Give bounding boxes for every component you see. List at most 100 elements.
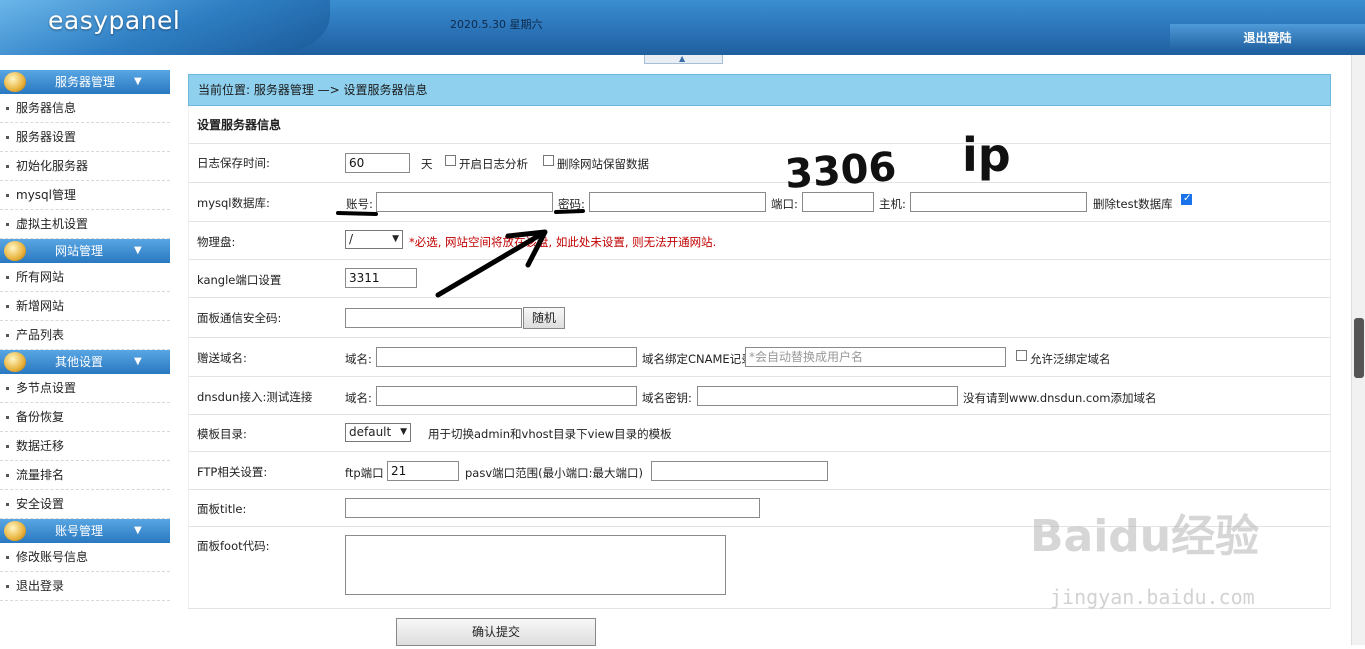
cname-input[interactable]: *会自动替换成用户名 xyxy=(745,347,1006,367)
mysql-host-label: 主机: xyxy=(879,197,906,211)
breadcrumb: 当前位置: 服务器管理 —> 设置服务器信息 xyxy=(188,74,1331,106)
sidebar-item-backup[interactable]: 备份恢复 xyxy=(0,403,170,432)
log-row: 日志保存时间: 60 天 开启日志分析 删除网站保留数据 xyxy=(188,144,1331,183)
cname-label: 域名绑定CNAME记录 xyxy=(642,352,753,366)
sidebar-item-all-sites[interactable]: 所有网站 xyxy=(0,263,170,292)
chevron-up-icon: ▲ xyxy=(679,54,686,63)
sidebar-item-migrate[interactable]: 数据迁移 xyxy=(0,432,170,461)
mysql-host-input[interactable] xyxy=(910,192,1087,212)
gift-domain-row: 赠送域名: 域名: 域名绑定CNAME记录 *会自动替换成用户名 允许泛绑定域名 xyxy=(188,338,1331,377)
sidebar-section-label: 网站管理 xyxy=(55,244,104,258)
chevron-down-icon: ▼ xyxy=(400,427,407,437)
mysql-label: mysql数据库: xyxy=(197,196,270,210)
globe-icon xyxy=(4,72,26,92)
sidebar-section-label: 服务器管理 xyxy=(55,75,116,89)
disk-note: *必选, 网站空间将放在该盘, 如此处未设置, 则无法开通网站. xyxy=(409,235,717,249)
header-date: 2020.5.30 星期六 xyxy=(450,18,543,31)
kangle-row: kangle端口设置 3311 xyxy=(188,260,1331,298)
gift-domain-label: 赠送域名: xyxy=(197,351,247,365)
delete-site-data-label: 删除网站保留数据 xyxy=(557,157,649,171)
template-select-value: default xyxy=(349,425,392,439)
log-analyze-checkbox[interactable] xyxy=(445,155,456,166)
monitor-icon xyxy=(4,521,26,541)
secure-code-label: 面板通信安全码: xyxy=(197,311,282,325)
template-label: 模板目录: xyxy=(197,427,247,441)
top-header: easypanel 2020.5.30 星期六 退出登陆 xyxy=(0,0,1365,55)
sidebar-item-edit-account[interactable]: 修改账号信息 xyxy=(0,543,170,572)
sidebar-item-server-settings[interactable]: 服务器设置 xyxy=(0,123,170,152)
dnsdun-domain-label: 域名: xyxy=(345,391,372,405)
header-collapse-toggle[interactable]: ▲ xyxy=(644,54,723,64)
ftp-port-input[interactable]: 21 xyxy=(387,461,459,481)
disk-label: 物理盘: xyxy=(197,235,236,249)
template-note: 用于切换admin和vhost目录下view目录的模板 xyxy=(428,427,672,441)
mysql-password-input[interactable] xyxy=(589,192,766,212)
sidebar-item-security[interactable]: 安全设置 xyxy=(0,490,170,519)
pasv-label: pasv端口范围(最小端口:最大端口) xyxy=(465,466,643,480)
delete-test-db-checkbox[interactable] xyxy=(1181,193,1192,205)
sidebar-item-multi-node[interactable]: 多节点设置 xyxy=(0,374,170,403)
sidebar-item-server-info[interactable]: 服务器信息 xyxy=(0,94,170,123)
sidebar-section-label: 其他设置 xyxy=(55,355,104,369)
dnsdun-key-input[interactable] xyxy=(697,386,958,406)
panel-foot-textarea[interactable] xyxy=(345,535,726,595)
disk-select[interactable]: / ▼ xyxy=(345,230,403,249)
watermark-logo: Baidu经验 xyxy=(1030,511,1260,562)
gift-domain-input[interactable] xyxy=(376,347,637,367)
mysql-password-label: 密码: xyxy=(558,197,585,211)
sidebar-item-vhost-settings[interactable]: 虚拟主机设置 xyxy=(0,210,170,239)
sidebar: 服务器管理 ▼ 服务器信息 服务器设置 初始化服务器 mysql管理 虚拟主机设… xyxy=(0,70,170,601)
sidebar-item-init-server[interactable]: 初始化服务器 xyxy=(0,152,170,181)
disk-select-value: / xyxy=(349,232,354,246)
chevron-down-icon: ▼ xyxy=(392,234,399,244)
logout-button[interactable]: 退出登陆 xyxy=(1170,24,1365,52)
secure-code-input[interactable] xyxy=(345,308,522,328)
ftp-port-label: ftp端口 xyxy=(345,466,384,480)
mysql-port-input[interactable] xyxy=(802,192,874,212)
sidebar-item-products[interactable]: 产品列表 xyxy=(0,321,170,350)
panel-title-input[interactable] xyxy=(345,498,760,518)
chevron-down-icon: ▼ xyxy=(134,245,142,256)
random-button[interactable]: 随机 xyxy=(523,307,565,329)
mysql-port-label: 端口: xyxy=(771,197,798,211)
sidebar-item-new-site[interactable]: 新增网站 xyxy=(0,292,170,321)
sidebar-section-site[interactable]: 网站管理 ▼ xyxy=(0,239,170,263)
kangle-label: kangle端口设置 xyxy=(197,273,282,287)
delete-site-data-checkbox[interactable] xyxy=(543,155,554,166)
section-title: 设置服务器信息 xyxy=(188,106,1331,144)
page-scrollbar[interactable] xyxy=(1351,55,1365,645)
log-days-input[interactable]: 60 xyxy=(345,153,410,173)
dnsdun-domain-input[interactable] xyxy=(376,386,637,406)
template-select[interactable]: default ▼ xyxy=(345,423,411,442)
ftp-label: FTP相关设置: xyxy=(197,465,268,479)
dnsdun-key-label: 域名密钥: xyxy=(642,391,692,405)
sidebar-section-other[interactable]: 其他设置 ▼ xyxy=(0,350,170,374)
delete-test-db-label: 删除test数据库 xyxy=(1093,197,1173,211)
chevron-down-icon: ▼ xyxy=(134,76,142,87)
disk-row: 物理盘: / ▼ *必选, 网站空间将放在该盘, 如此处未设置, 则无法开通网站… xyxy=(188,222,1331,260)
sidebar-section-server[interactable]: 服务器管理 ▼ xyxy=(0,70,170,94)
submit-button[interactable]: 确认提交 xyxy=(396,618,596,646)
sidebar-item-logout[interactable]: 退出登录 xyxy=(0,572,170,601)
submit-area: 确认提交 xyxy=(188,609,1331,649)
panel-title-label: 面板title: xyxy=(197,502,247,516)
watermark-url: jingyan.baidu.com xyxy=(1050,585,1255,609)
kangle-port-input[interactable]: 3311 xyxy=(345,268,417,288)
ftp-row: FTP相关设置: ftp端口 21 pasv端口范围(最小端口:最大端口) xyxy=(188,452,1331,490)
chevron-down-icon: ▼ xyxy=(134,356,142,367)
mysql-account-input[interactable] xyxy=(376,192,553,212)
sidebar-item-mysql[interactable]: mysql管理 xyxy=(0,181,170,210)
mysql-row: mysql数据库: 账号: 密码: 端口: 主机: 删除test数据库 xyxy=(188,183,1331,222)
pasv-range-input[interactable] xyxy=(651,461,828,481)
sidebar-item-traffic[interactable]: 流量排名 xyxy=(0,461,170,490)
panel-foot-label: 面板foot代码: xyxy=(197,539,270,553)
app-logo: easypanel xyxy=(48,6,181,35)
scrollbar-thumb[interactable] xyxy=(1354,318,1364,378)
mysql-account-label: 账号: xyxy=(346,197,373,211)
dnsdun-label: dnsdun接入:测试连接 xyxy=(197,390,313,404)
log-analyze-label: 开启日志分析 xyxy=(459,157,528,171)
wildcard-checkbox[interactable] xyxy=(1016,350,1027,361)
wildcard-label: 允许泛绑定域名 xyxy=(1030,352,1111,366)
sidebar-section-account[interactable]: 账号管理 ▼ xyxy=(0,519,170,543)
gift-domain-field-label: 域名: xyxy=(345,352,372,366)
